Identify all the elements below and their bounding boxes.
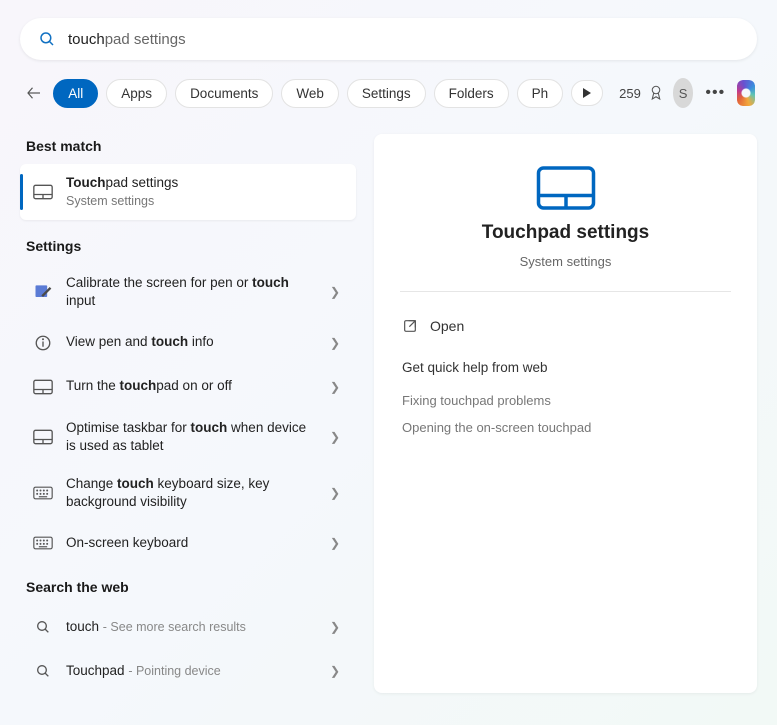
best-match-title: Touchpad settings — [66, 174, 344, 192]
filter-row: All Apps Documents Web Settings Folders … — [20, 76, 757, 110]
chevron-right-icon: ❯ — [330, 430, 344, 444]
settings-result-2[interactable]: Turn the touchpad on or off ❯ — [20, 365, 356, 409]
chevron-right-icon: ❯ — [330, 380, 344, 394]
preview-subtitle: System settings — [520, 254, 612, 269]
keyboard-icon — [32, 486, 54, 500]
result-title: View pen and touch info — [66, 333, 318, 351]
help-title: Get quick help from web — [402, 360, 731, 375]
pen-tablet-icon — [32, 282, 54, 302]
section-settings: Settings — [20, 234, 356, 264]
info-icon — [32, 334, 54, 352]
result-title: touch - See more search results — [66, 618, 318, 636]
touchpad-icon — [32, 184, 54, 200]
settings-result-3[interactable]: Optimise taskbar for touch when device i… — [20, 409, 356, 465]
touchpad-icon — [32, 429, 54, 445]
preview-title: Touchpad settings — [482, 222, 649, 244]
chevron-right-icon: ❯ — [330, 664, 344, 678]
filter-folders[interactable]: Folders — [434, 79, 509, 108]
chevron-right-icon: ❯ — [330, 620, 344, 634]
preview-pane: Touchpad settings System settings Open G… — [374, 134, 757, 693]
open-icon — [402, 318, 418, 334]
result-title: Optimise taskbar for touch when device i… — [66, 419, 318, 455]
search-icon — [38, 30, 56, 48]
section-web: Search the web — [20, 575, 356, 605]
result-title: Turn the touchpad on or off — [66, 377, 318, 395]
back-button[interactable] — [22, 76, 45, 110]
web-result-1[interactable]: Touchpad - Pointing device ❯ — [20, 649, 356, 693]
section-best-match: Best match — [20, 134, 356, 164]
rewards-count[interactable]: 259 — [619, 86, 641, 101]
rewards-icon[interactable] — [647, 84, 665, 102]
search-bar[interactable]: touchpad settings — [20, 18, 757, 60]
open-action[interactable]: Open — [400, 310, 731, 342]
result-title: Change touch keyboard size, key backgrou… — [66, 475, 318, 511]
filter-all[interactable]: All — [53, 79, 98, 108]
help-link-0[interactable]: Fixing touchpad problems — [400, 387, 731, 414]
best-match-item[interactable]: Touchpad settings System settings — [20, 164, 356, 220]
chevron-right-icon: ❯ — [330, 336, 344, 350]
result-title: Calibrate the screen for pen or touch in… — [66, 274, 318, 310]
play-icon — [582, 87, 592, 99]
user-avatar[interactable]: S — [673, 78, 694, 108]
results-column: Best match Touchpad settings System sett… — [20, 134, 356, 693]
filter-settings[interactable]: Settings — [347, 79, 426, 108]
chevron-right-icon: ❯ — [330, 285, 344, 299]
touchpad-icon — [32, 379, 54, 395]
chevron-right-icon: ❯ — [330, 536, 344, 550]
result-title: On-screen keyboard — [66, 534, 318, 552]
copilot-icon[interactable] — [737, 80, 755, 106]
chevron-right-icon: ❯ — [330, 486, 344, 500]
filter-web[interactable]: Web — [281, 79, 339, 108]
web-result-0[interactable]: touch - See more search results ❯ — [20, 605, 356, 649]
settings-result-5[interactable]: On-screen keyboard ❯ — [20, 521, 356, 565]
search-icon — [32, 619, 54, 635]
best-match-subtitle: System settings — [66, 193, 344, 210]
help-link-1[interactable]: Opening the on-screen touchpad — [400, 414, 731, 441]
keyboard-icon — [32, 536, 54, 550]
search-icon — [32, 663, 54, 679]
settings-result-0[interactable]: Calibrate the screen for pen or touch in… — [20, 264, 356, 320]
settings-result-1[interactable]: View pen and touch info ❯ — [20, 321, 356, 365]
touchpad-hero-icon — [536, 164, 596, 212]
settings-result-4[interactable]: Change touch keyboard size, key backgrou… — [20, 465, 356, 521]
filter-photos-truncated[interactable]: Ph — [517, 79, 564, 108]
result-title: Touchpad - Pointing device — [66, 662, 318, 680]
open-label: Open — [430, 318, 464, 334]
filter-apps[interactable]: Apps — [106, 79, 167, 108]
filter-scroll-right[interactable] — [571, 80, 603, 106]
search-query: touchpad settings — [68, 31, 186, 48]
filter-documents[interactable]: Documents — [175, 79, 273, 108]
divider — [400, 291, 731, 292]
more-button[interactable]: ••• — [701, 84, 729, 102]
